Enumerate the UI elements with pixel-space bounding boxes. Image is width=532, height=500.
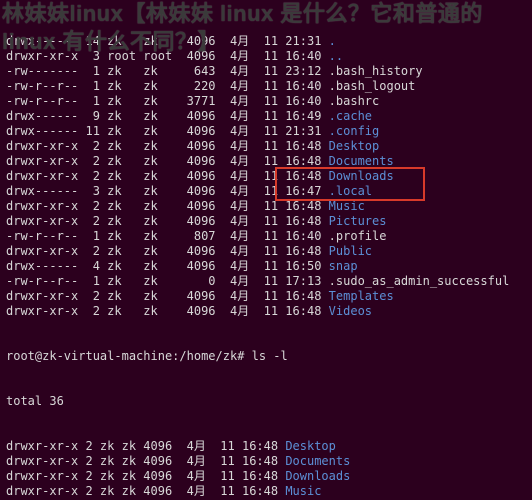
file-name: snap xyxy=(329,259,358,273)
file-name: Music xyxy=(329,199,365,213)
file-row: drwxr-xr-x 2 zk zk 4096 4月 11 16:48 Pict… xyxy=(6,214,526,229)
file-row: drwxr-xr-x 2 zk zk 4096 4月 11 16:48 Docu… xyxy=(6,154,526,169)
file-row: -rw-r--r-- 1 zk zk 807 4月 11 16:40 .prof… xyxy=(6,229,526,244)
file-name: Desktop xyxy=(285,439,336,453)
file-name: .bash_logout xyxy=(329,79,416,93)
file-name: .sudo_as_admin_successful xyxy=(329,274,510,288)
terminal-output[interactable]: drwx------ 14 zk zk 4096 4月 11 21:31 .dr… xyxy=(0,0,532,500)
file-row: -rw------- 1 zk zk 643 4月 11 23:12 .bash… xyxy=(6,64,526,79)
file-row: drwxr-xr-x 2 zk zk 4096 4月 11 16:48 Vide… xyxy=(6,304,526,319)
file-row: drwxr-xr-x 2 zk zk 4096 4月 11 16:48 Desk… xyxy=(6,439,526,454)
shell-prompt-line: root@zk-virtual-machine:/home/zk# ls -l xyxy=(6,349,526,364)
file-name: Templates xyxy=(329,289,394,303)
file-name: .local xyxy=(329,184,372,198)
file-name: Documents xyxy=(329,154,394,168)
file-row: drwxr-xr-x 2 zk zk 4096 4月 11 16:48 Down… xyxy=(6,469,526,484)
file-row: drwxr-xr-x 2 zk zk 4096 4月 11 16:48 Temp… xyxy=(6,289,526,304)
file-row: drwx------ 11 zk zk 4096 4月 11 21:31 .co… xyxy=(6,124,526,139)
file-row: drwx------ 9 zk zk 4096 4月 11 16:49 .cac… xyxy=(6,109,526,124)
file-row: drwxr-xr-x 2 zk zk 4096 4月 11 16:48 Down… xyxy=(6,169,526,184)
file-row: -rw-r--r-- 1 zk zk 220 4月 11 16:40 .bash… xyxy=(6,79,526,94)
file-name: Music xyxy=(285,484,321,498)
ls-la-output: drwx------ 14 zk zk 4096 4月 11 21:31 .dr… xyxy=(6,34,526,319)
file-name: .cache xyxy=(329,109,372,123)
file-name: .bashrc xyxy=(329,94,380,108)
file-name: .bash_history xyxy=(329,64,423,78)
file-row: drwxr-xr-x 2 zk zk 4096 4月 11 16:48 Desk… xyxy=(6,139,526,154)
file-name: Desktop xyxy=(329,139,380,153)
file-row: drwxr-xr-x 2 zk zk 4096 4月 11 16:48 Publ… xyxy=(6,244,526,259)
file-row: drwxr-xr-x 2 zk zk 4096 4月 11 16:48 Docu… xyxy=(6,454,526,469)
file-name: Public xyxy=(329,244,372,258)
file-row: drwx------ 4 zk zk 4096 4月 11 16:50 snap xyxy=(6,259,526,274)
article-title-overlay: 林妹妹linux【林妹妹 linux 是什么？它和普通的 linux 有什么不同… xyxy=(0,0,532,56)
file-row: drwxr-xr-x 2 zk zk 4096 4月 11 16:48 Musi… xyxy=(6,199,526,214)
file-name: .config xyxy=(329,124,380,138)
total-line: total 36 xyxy=(6,394,526,409)
file-row: -rw-r--r-- 1 zk zk 3771 4月 11 16:40 .bas… xyxy=(6,94,526,109)
file-name: Downloads xyxy=(285,469,350,483)
file-name: Documents xyxy=(285,454,350,468)
file-name: .profile xyxy=(329,229,387,243)
ls-l-output: drwxr-xr-x 2 zk zk 4096 4月 11 16:48 Desk… xyxy=(6,439,526,500)
file-row: drwxr-xr-x 2 zk zk 4096 4月 11 16:48 Musi… xyxy=(6,484,526,499)
file-name: Downloads xyxy=(329,169,394,183)
file-row: drwx------ 3 zk zk 4096 4月 11 16:47 .loc… xyxy=(6,184,526,199)
file-row: -rw-r--r-- 1 zk zk 0 4月 11 17:13 .sudo_a… xyxy=(6,274,526,289)
file-name: Pictures xyxy=(329,214,387,228)
file-name: Videos xyxy=(329,304,372,318)
